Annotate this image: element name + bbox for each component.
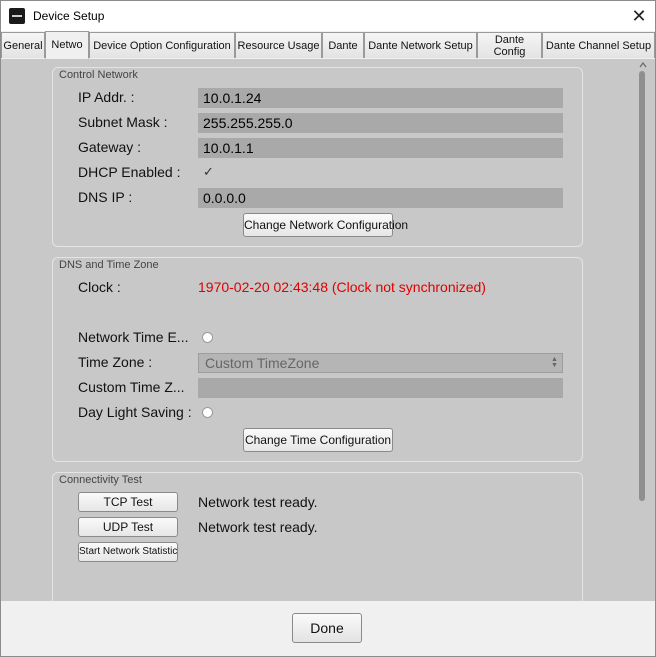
title-bar: Device Setup ✕ bbox=[1, 1, 655, 31]
connectivity-test-group: Connectivity Test TCP Test Network test … bbox=[52, 472, 583, 607]
subnet-mask-label: Subnet Mask : bbox=[78, 114, 168, 130]
tcp-test-status: Network test ready. bbox=[198, 494, 318, 510]
app-logo-icon bbox=[9, 8, 25, 24]
custom-time-zone-label: Custom Time Z... bbox=[78, 379, 185, 395]
gateway-label: Gateway : bbox=[78, 139, 142, 155]
scroll-up-icon[interactable] bbox=[639, 61, 647, 69]
udp-test-status: Network test ready. bbox=[198, 519, 318, 535]
dhcp-enabled-label: DHCP Enabled : bbox=[78, 164, 181, 180]
tab-dante-config[interactable]: Dante Config bbox=[477, 32, 542, 58]
control-network-title: Control Network bbox=[59, 69, 138, 81]
network-time-radio[interactable] bbox=[202, 332, 213, 343]
udp-test-button[interactable]: UDP Test bbox=[78, 517, 178, 537]
vertical-scrollbar[interactable] bbox=[637, 59, 649, 601]
dns-time-zone-group: DNS and Time Zone Clock : 1970-02-20 02:… bbox=[52, 257, 583, 462]
connectivity-test-title: Connectivity Test bbox=[59, 474, 142, 486]
tab-dante[interactable]: Dante bbox=[322, 32, 364, 58]
clock-label: Clock : bbox=[78, 279, 121, 295]
change-network-configuration-button[interactable]: Change Network Configuration bbox=[243, 213, 408, 237]
subnet-mask-field[interactable]: 255.255.255.0 bbox=[198, 113, 563, 133]
gateway-field[interactable]: 10.0.1.1 bbox=[198, 138, 563, 158]
tab-resource-usage[interactable]: Resource Usage bbox=[235, 32, 322, 58]
time-zone-label: Time Zone : bbox=[78, 354, 153, 370]
day-light-saving-radio[interactable] bbox=[202, 407, 213, 418]
window-title: Device Setup bbox=[33, 9, 105, 23]
dhcp-enabled-checkbox[interactable]: ✓ bbox=[203, 164, 214, 180]
scrollbar-thumb[interactable] bbox=[639, 71, 645, 501]
ip-address-field[interactable]: 10.0.1.24 bbox=[198, 88, 563, 108]
time-zone-select[interactable]: Custom TimeZone ▲ ▼ bbox=[198, 353, 563, 373]
tab-general[interactable]: General bbox=[1, 32, 45, 58]
tab-network[interactable]: Netwo bbox=[45, 31, 89, 59]
tab-dante-network-setup[interactable]: Dante Network Setup bbox=[364, 32, 477, 58]
select-arrows-icon: ▲ ▼ bbox=[551, 356, 558, 369]
start-network-statistic-button[interactable]: Start Network Statistic bbox=[78, 542, 178, 562]
day-light-saving-label: Day Light Saving : bbox=[78, 404, 192, 420]
device-setup-window: Device Setup ✕ General Netwo Device Opti… bbox=[0, 0, 656, 657]
tcp-test-button[interactable]: TCP Test bbox=[78, 492, 178, 512]
change-time-configuration-button[interactable]: Change Time Configuration bbox=[243, 428, 393, 452]
tab-dante-channel-setup[interactable]: Dante Channel Setup bbox=[542, 32, 655, 58]
time-zone-value: Custom TimeZone bbox=[205, 355, 320, 371]
tab-device-option-configuration[interactable]: Device Option Configuration bbox=[89, 32, 235, 58]
dns-time-zone-title: DNS and Time Zone bbox=[59, 259, 159, 271]
dns-ip-label: DNS IP : bbox=[78, 189, 133, 205]
custom-time-zone-field[interactable] bbox=[198, 378, 563, 398]
network-tab-content: Control Network IP Addr. : 10.0.1.24 Sub… bbox=[1, 59, 655, 607]
clock-value: 1970-02-20 02:43:48 (Clock not synchroni… bbox=[198, 279, 486, 295]
done-button[interactable]: Done bbox=[292, 613, 362, 643]
dns-ip-field[interactable]: 0.0.0.0 bbox=[198, 188, 563, 208]
close-icon[interactable]: ✕ bbox=[623, 1, 655, 31]
control-network-group: Control Network IP Addr. : 10.0.1.24 Sub… bbox=[52, 67, 583, 247]
ip-address-label: IP Addr. : bbox=[78, 89, 135, 105]
network-time-label: Network Time E... bbox=[78, 329, 189, 345]
dialog-footer: Done bbox=[1, 601, 655, 656]
tab-bar: General Netwo Device Option Configuratio… bbox=[1, 31, 655, 59]
